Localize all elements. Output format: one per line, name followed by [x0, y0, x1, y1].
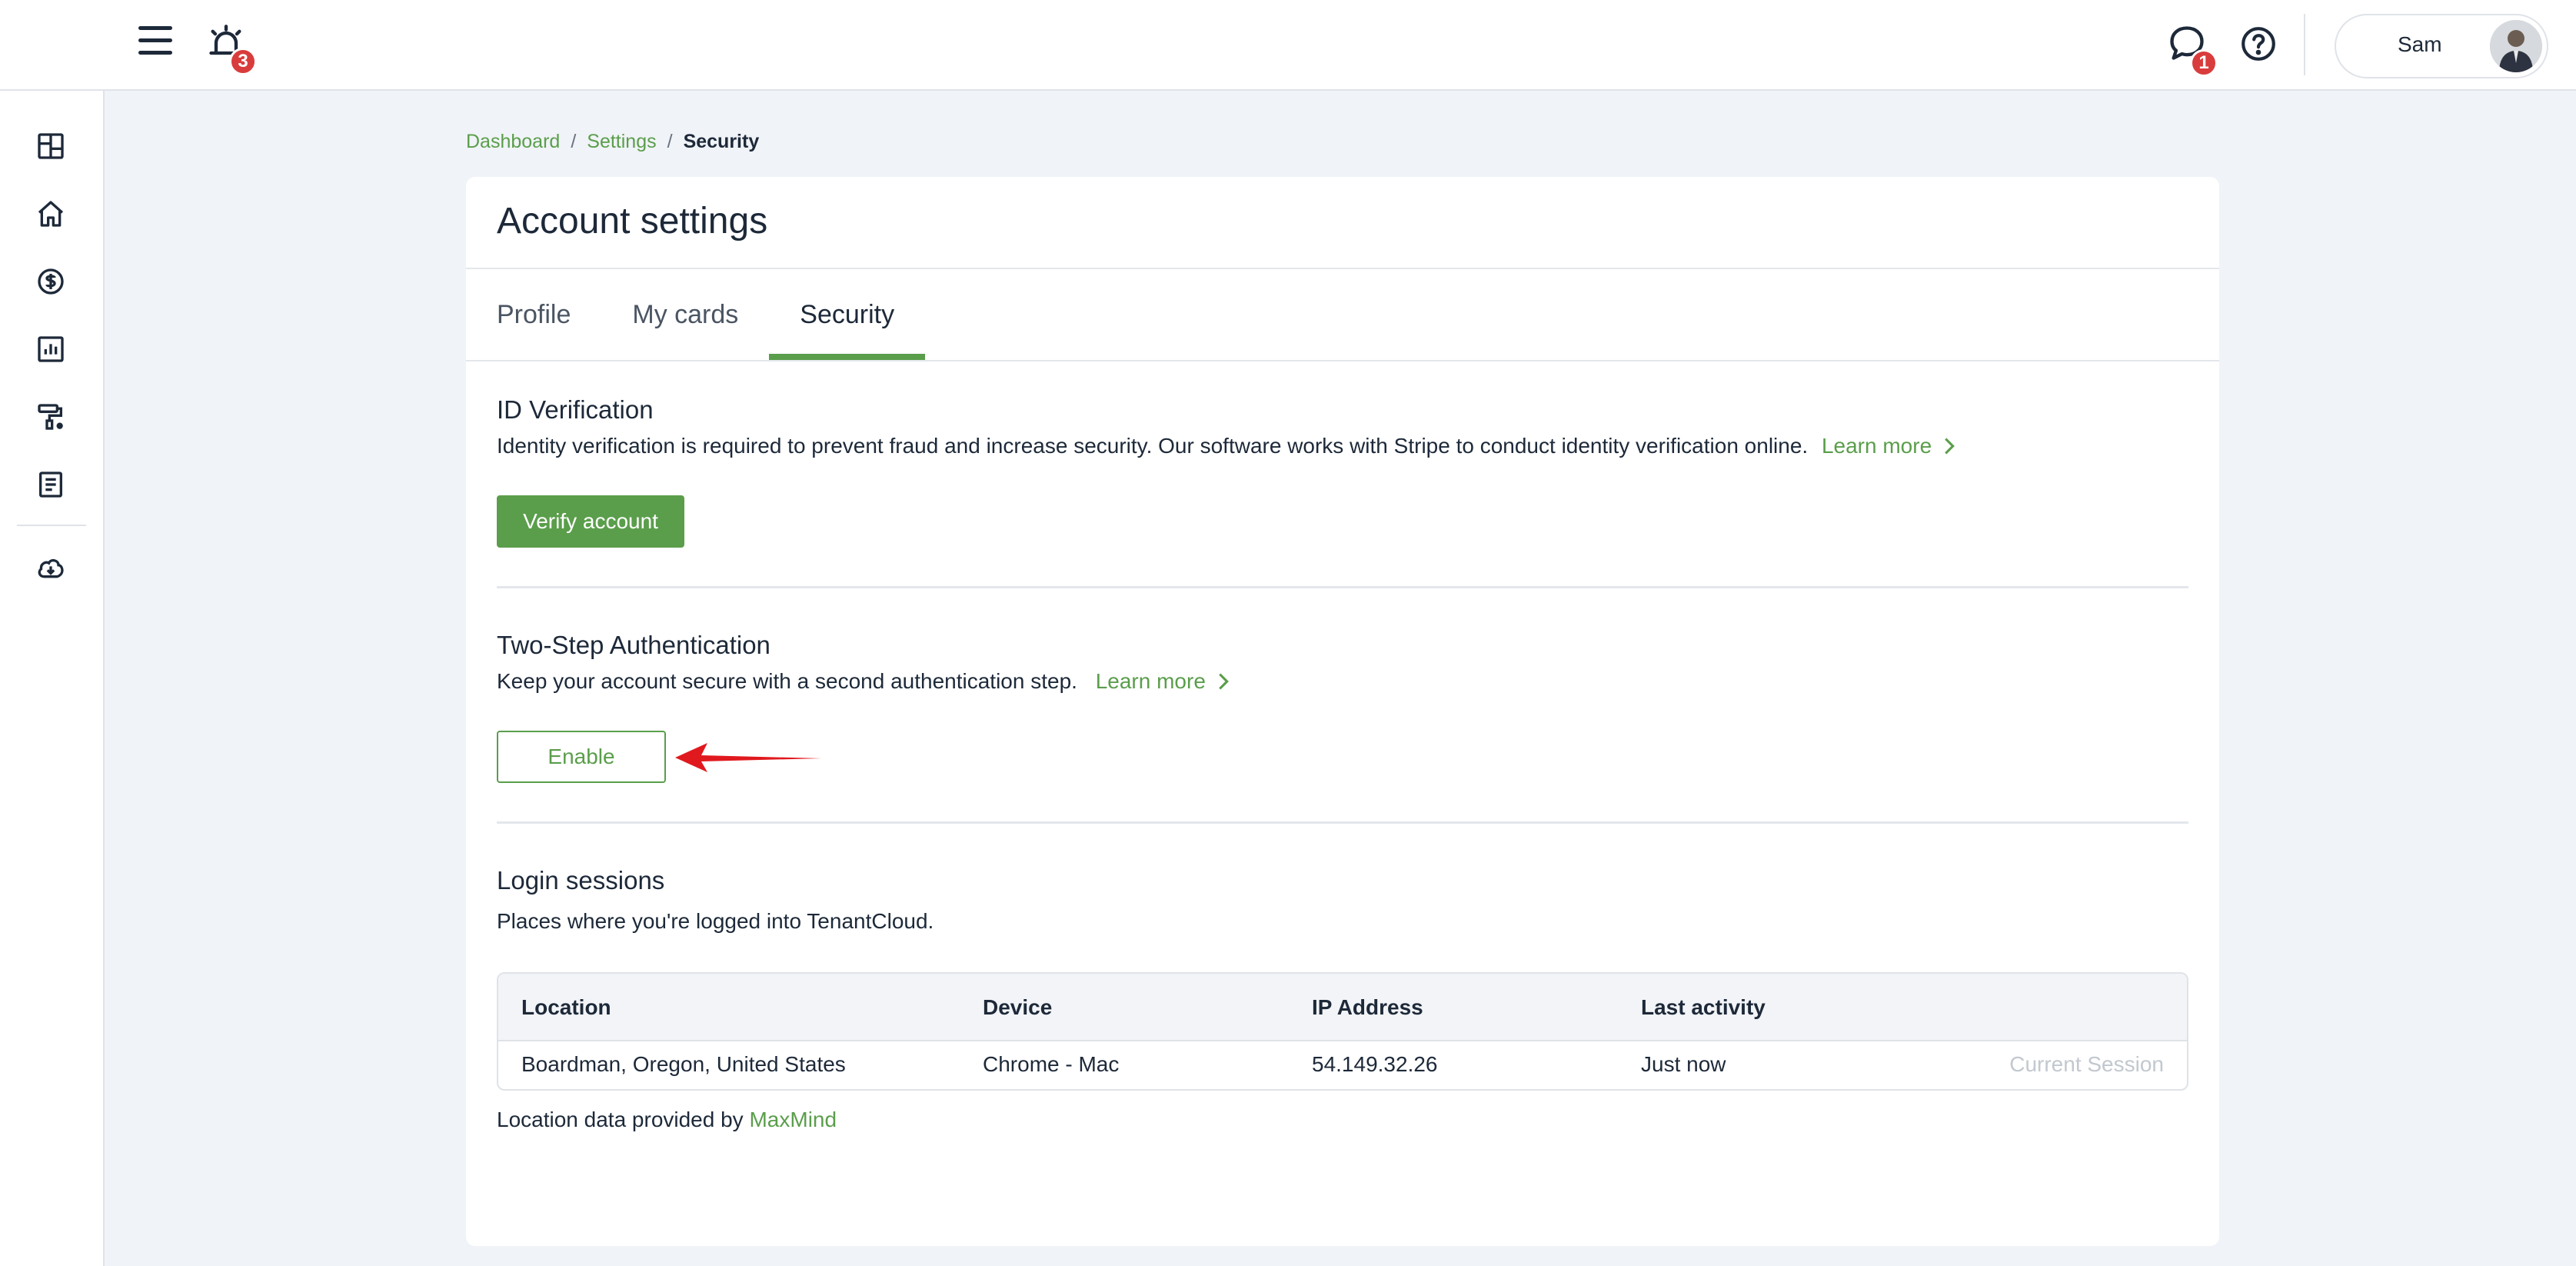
sidebar-item-maintenance[interactable]	[31, 397, 71, 437]
breadcrumb-separator: /	[667, 131, 673, 152]
messages-badge: 1	[2190, 49, 2218, 77]
two-step-text: Keep your account secure with a second a…	[497, 669, 1077, 693]
sidebar-item-dashboard[interactable]	[31, 126, 71, 166]
annotation-arrow-icon	[675, 743, 821, 772]
menu-toggle-button[interactable]	[135, 26, 175, 63]
session-status: Current Session	[2009, 1052, 2164, 1076]
tab-profile[interactable]: Profile	[497, 269, 571, 360]
breadcrumb-current: Security	[683, 131, 760, 152]
two-step-description: Keep your account secure with a second a…	[497, 669, 1230, 694]
user-name: Sam	[2398, 32, 2442, 56]
table-header: Location Device IP Address Last activity	[498, 974, 2187, 1041]
id-verification-description: Identity verification is required to pre…	[497, 434, 1956, 458]
sessions-table: Location Device IP Address Last activity…	[497, 972, 2188, 1091]
login-sessions-title: Login sessions	[497, 866, 665, 895]
sidebar-item-reports[interactable]	[31, 329, 71, 369]
section-divider	[497, 586, 2188, 588]
login-sessions-description: Places where you're logged into TenantCl…	[497, 909, 934, 933]
maxmind-link[interactable]: MaxMind	[749, 1108, 837, 1131]
chevron-right-icon	[1945, 438, 1955, 455]
enable-two-step-button[interactable]: Enable	[497, 731, 666, 783]
hamburger-icon-line	[138, 51, 172, 55]
table-row: Boardman, Oregon, United States Chrome -…	[498, 1041, 2187, 1089]
grid-dashboard-icon	[38, 133, 64, 159]
notifications-button[interactable]: 3	[206, 23, 257, 75]
document-list-icon	[39, 471, 62, 498]
messages-button[interactable]: 1	[2167, 23, 2218, 77]
topbar-divider	[2304, 14, 2305, 75]
notifications-badge: 3	[229, 48, 257, 75]
chevron-right-icon	[1218, 673, 1229, 690]
tab-my-cards[interactable]: My cards	[632, 269, 738, 360]
home-icon	[38, 201, 64, 227]
breadcrumb-settings[interactable]: Settings	[587, 131, 656, 153]
two-step-title: Two-Step Authentication	[497, 631, 770, 659]
paint-roller-icon	[38, 404, 63, 430]
session-ip: 54.149.32.26	[1312, 1052, 1438, 1076]
top-bar: 3 1 Sam	[0, 0, 2576, 91]
sidebar-item-download[interactable]	[31, 548, 71, 588]
learn-more-label: Learn more	[1821, 434, 1932, 458]
column-header-last-activity: Last activity	[1641, 995, 1766, 1019]
column-header-device: Device	[983, 995, 1053, 1019]
session-device: Chrome - Mac	[983, 1052, 1120, 1076]
hamburger-icon-line	[138, 38, 172, 42]
help-button[interactable]	[2239, 25, 2279, 65]
breadcrumb-dashboard[interactable]: Dashboard	[466, 131, 560, 153]
section-divider	[497, 821, 2188, 824]
sidebar-item-payments[interactable]	[31, 262, 71, 302]
id-verification-title: ID Verification	[497, 395, 654, 424]
location-provider-note: Location data provided by MaxMind	[497, 1108, 837, 1132]
bar-chart-icon	[38, 336, 64, 362]
account-settings-card: Account settings Profile My cards Securi…	[466, 177, 2219, 1246]
session-last-activity: Just now	[1641, 1052, 1726, 1076]
hamburger-icon-line	[138, 26, 172, 30]
learn-more-label: Learn more	[1095, 669, 1206, 693]
breadcrumb: Dashboard / Settings / Security	[466, 131, 759, 153]
id-verification-text: Identity verification is required to pre…	[497, 434, 1809, 458]
question-circle-icon	[2242, 27, 2275, 61]
sidebar	[0, 0, 105, 1266]
page-title: Account settings	[497, 201, 768, 242]
tabs-divider	[466, 360, 2219, 361]
dollar-coin-icon	[38, 268, 64, 295]
column-header-location: Location	[521, 995, 611, 1019]
column-header-ip: IP Address	[1312, 995, 1423, 1019]
settings-tabs: Profile My cards Security	[497, 269, 987, 360]
sidebar-item-home[interactable]	[31, 194, 71, 234]
sidebar-item-documents[interactable]	[31, 465, 71, 505]
two-step-learn-more-link[interactable]: Learn more	[1096, 669, 1230, 693]
user-avatar-image	[2490, 20, 2542, 72]
sidebar-divider	[17, 525, 86, 526]
provider-text: Location data provided by	[497, 1108, 744, 1131]
verify-account-button[interactable]: Verify account	[497, 495, 684, 548]
user-menu-button[interactable]: Sam	[2335, 14, 2548, 78]
cloud-download-icon	[38, 558, 64, 578]
session-location: Boardman, Oregon, United States	[521, 1052, 846, 1076]
breadcrumb-separator: /	[571, 131, 577, 152]
tab-security[interactable]: Security	[769, 269, 925, 360]
avatar	[2490, 20, 2542, 72]
id-verification-learn-more-link[interactable]: Learn more	[1822, 434, 1956, 458]
